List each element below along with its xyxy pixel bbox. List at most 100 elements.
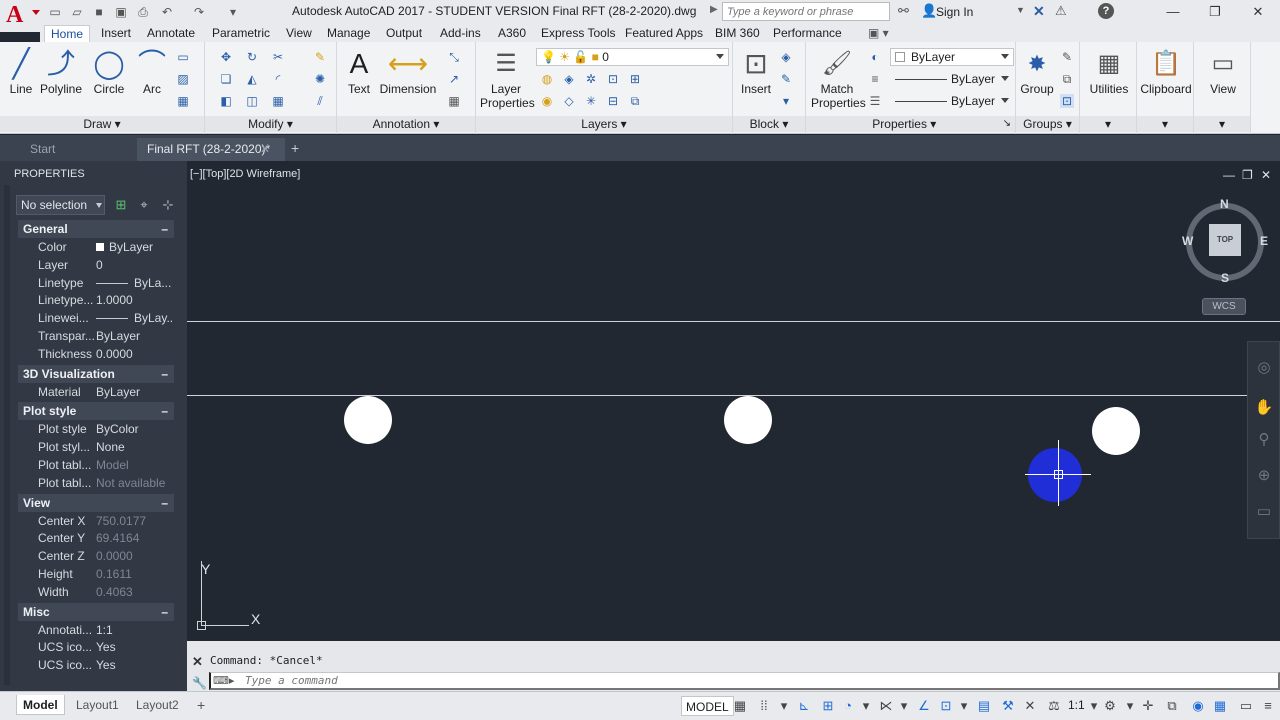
clean-screen-icon[interactable]: ▭	[1238, 698, 1254, 714]
drawing-circle-3[interactable]	[1092, 407, 1140, 455]
collapse-icon[interactable]: –	[161, 496, 168, 510]
property-row[interactable]: Linetype ByLa...	[18, 274, 174, 292]
utilities-expand[interactable]: ▾	[1080, 116, 1136, 132]
viewport-restore-icon[interactable]: ❐	[1242, 168, 1253, 182]
tab-express-tools[interactable]: Express Tools	[535, 25, 621, 42]
property-row[interactable]: Center Y 69.4164	[18, 529, 174, 547]
property-value[interactable]: 750.0177	[96, 514, 174, 528]
clipboard-tool[interactable]: 📋 Clipboard	[1139, 46, 1193, 96]
section-header-view[interactable]: View –	[18, 493, 174, 512]
compass-north[interactable]: N	[1220, 197, 1229, 211]
customize-icon[interactable]: 🔧	[192, 676, 207, 690]
property-value[interactable]: 1:1	[96, 623, 174, 637]
section-header-plot-style[interactable]: Plot style –	[18, 402, 174, 421]
isodraft-icon[interactable]: ⋉	[878, 698, 894, 714]
block-panel-title[interactable]: Block ▾	[733, 116, 805, 132]
color-dropdown[interactable]: ByLayer	[890, 48, 1014, 66]
layout-tab-layout2[interactable]: Layout2	[130, 695, 185, 715]
chevron-down-icon[interactable]: ▾	[1086, 698, 1102, 714]
collapse-icon[interactable]: –	[161, 367, 168, 381]
tab-add-ins[interactable]: Add-ins	[434, 25, 487, 42]
property-value[interactable]: Not available	[96, 476, 174, 490]
mleader-icon[interactable]: ↗	[447, 72, 461, 86]
property-row[interactable]: Transpar... ByLayer	[18, 327, 174, 345]
drawing-line-1[interactable]	[187, 321, 1280, 322]
property-row[interactable]: Center X 750.0177	[18, 512, 174, 530]
print-icon[interactable]: ⎙	[134, 3, 152, 21]
layer-properties-tool[interactable]: ☰ Layer Properties	[480, 46, 535, 110]
tab-output[interactable]: Output	[380, 25, 428, 42]
user-icon[interactable]: 👤	[921, 3, 937, 19]
tab-parametric[interactable]: Parametric	[206, 25, 276, 42]
close-icon[interactable]: ✕	[260, 142, 270, 156]
fillet-icon[interactable]: ◜	[271, 72, 285, 86]
tab-featured-apps[interactable]: Featured Apps	[619, 25, 709, 42]
match-properties-tool[interactable]: 🖌 Match Properties	[811, 46, 866, 110]
property-row[interactable]: Width 0.4063	[18, 583, 174, 601]
property-row[interactable]: Center Z 0.0000	[18, 547, 174, 565]
annotation-scale[interactable]: 1:1	[1068, 698, 1085, 712]
property-value[interactable]: 0.1611	[96, 567, 174, 581]
view-expand[interactable]: ▾	[1194, 116, 1250, 132]
command-prompt-icon[interactable]: ⌨▸	[213, 674, 234, 687]
auto-scale-icon[interactable]: ⚖	[1046, 698, 1062, 714]
lineweight-dropdown[interactable]: ByLayer	[890, 92, 1014, 110]
qat-dropdown-icon[interactable]: ▾	[224, 3, 242, 21]
property-value[interactable]: ByLayer	[96, 385, 174, 399]
modify-panel-title[interactable]: Modify ▾	[205, 116, 336, 132]
close-window-button[interactable]: ✕	[1243, 2, 1273, 22]
property-value[interactable]: 69.4164	[96, 531, 174, 545]
maximize-button[interactable]: ❐	[1200, 2, 1230, 22]
property-value[interactable]: 0.0000	[96, 549, 174, 563]
polyline-tool[interactable]: ⤴ Polyline	[36, 46, 86, 96]
hatch-icon[interactable]: ▨	[176, 72, 190, 86]
ortho-icon[interactable]: ⊾	[796, 698, 812, 714]
tab-view[interactable]: View	[280, 25, 318, 42]
property-value[interactable]: 1.0000	[96, 293, 174, 307]
mirror-icon[interactable]: ◭	[245, 72, 259, 86]
tab-a360[interactable]: A360	[492, 25, 532, 42]
tab-bim-360[interactable]: BIM 360	[709, 25, 766, 42]
new-file-icon[interactable]: ▭	[46, 3, 64, 21]
viewport-minimize-icon[interactable]: —	[1223, 168, 1235, 182]
redo-icon[interactable]: ↷	[190, 3, 208, 21]
linetype-dropdown[interactable]: ByLayer	[890, 70, 1014, 88]
erase-icon[interactable]: ✎	[313, 50, 327, 64]
rotate-icon[interactable]: ↻	[245, 50, 259, 64]
array-icon[interactable]: ▦	[271, 94, 285, 108]
polar-tracking-icon[interactable]: ◔	[840, 698, 856, 714]
selection-dropdown[interactable]: No selection	[16, 195, 105, 215]
drawing-line-2[interactable]	[187, 395, 1280, 396]
command-input[interactable]	[209, 672, 1280, 690]
drawing-circle-2[interactable]	[724, 396, 772, 444]
compass-east[interactable]: E	[1260, 234, 1268, 248]
palette-grip[interactable]	[4, 185, 10, 685]
selection-cycling-icon[interactable]: ⚒	[1000, 698, 1016, 714]
leader-icon[interactable]: ⤡	[447, 50, 461, 64]
property-row[interactable]: Color ByLayer	[18, 238, 174, 256]
gradient-icon[interactable]: ▦	[176, 94, 190, 108]
layout-tab-model[interactable]: Model	[16, 695, 65, 715]
application-menu-button[interactable]: A	[0, 0, 40, 32]
ungroup-icon[interactable]: ✎	[1060, 50, 1074, 64]
layer-current-icon[interactable]: ◉	[540, 94, 554, 108]
property-value[interactable]: ByLayer	[96, 329, 174, 343]
property-row[interactable]: Annotati... 1:1	[18, 621, 174, 639]
tab-manage[interactable]: Manage	[321, 25, 376, 42]
stretch-icon[interactable]: ◧	[219, 94, 233, 108]
wcs-menu[interactable]: WCS	[1202, 298, 1246, 315]
drawing-circle-1[interactable]	[344, 396, 392, 444]
property-row[interactable]: UCS ico... Yes	[18, 656, 174, 674]
object-snap-tracking-icon[interactable]: ∠	[916, 698, 932, 714]
property-value[interactable]: 0.0000	[96, 347, 174, 361]
block-attr-icon[interactable]: ▾	[779, 94, 793, 108]
property-row[interactable]: UCS ico... Yes	[18, 638, 174, 656]
property-value[interactable]: 0.4063	[96, 585, 174, 599]
tab-start[interactable]: Start	[20, 138, 65, 161]
group-tool[interactable]: ✸ Group	[1012, 46, 1062, 96]
sign-in-link[interactable]: Sign In	[936, 5, 973, 19]
annotation-panel-title[interactable]: Annotation ▾	[337, 116, 475, 132]
group-edit-icon[interactable]: ⧉	[1060, 72, 1074, 86]
layers-panel-title[interactable]: Layers ▾	[476, 116, 732, 132]
collapse-icon[interactable]: –	[161, 222, 168, 236]
